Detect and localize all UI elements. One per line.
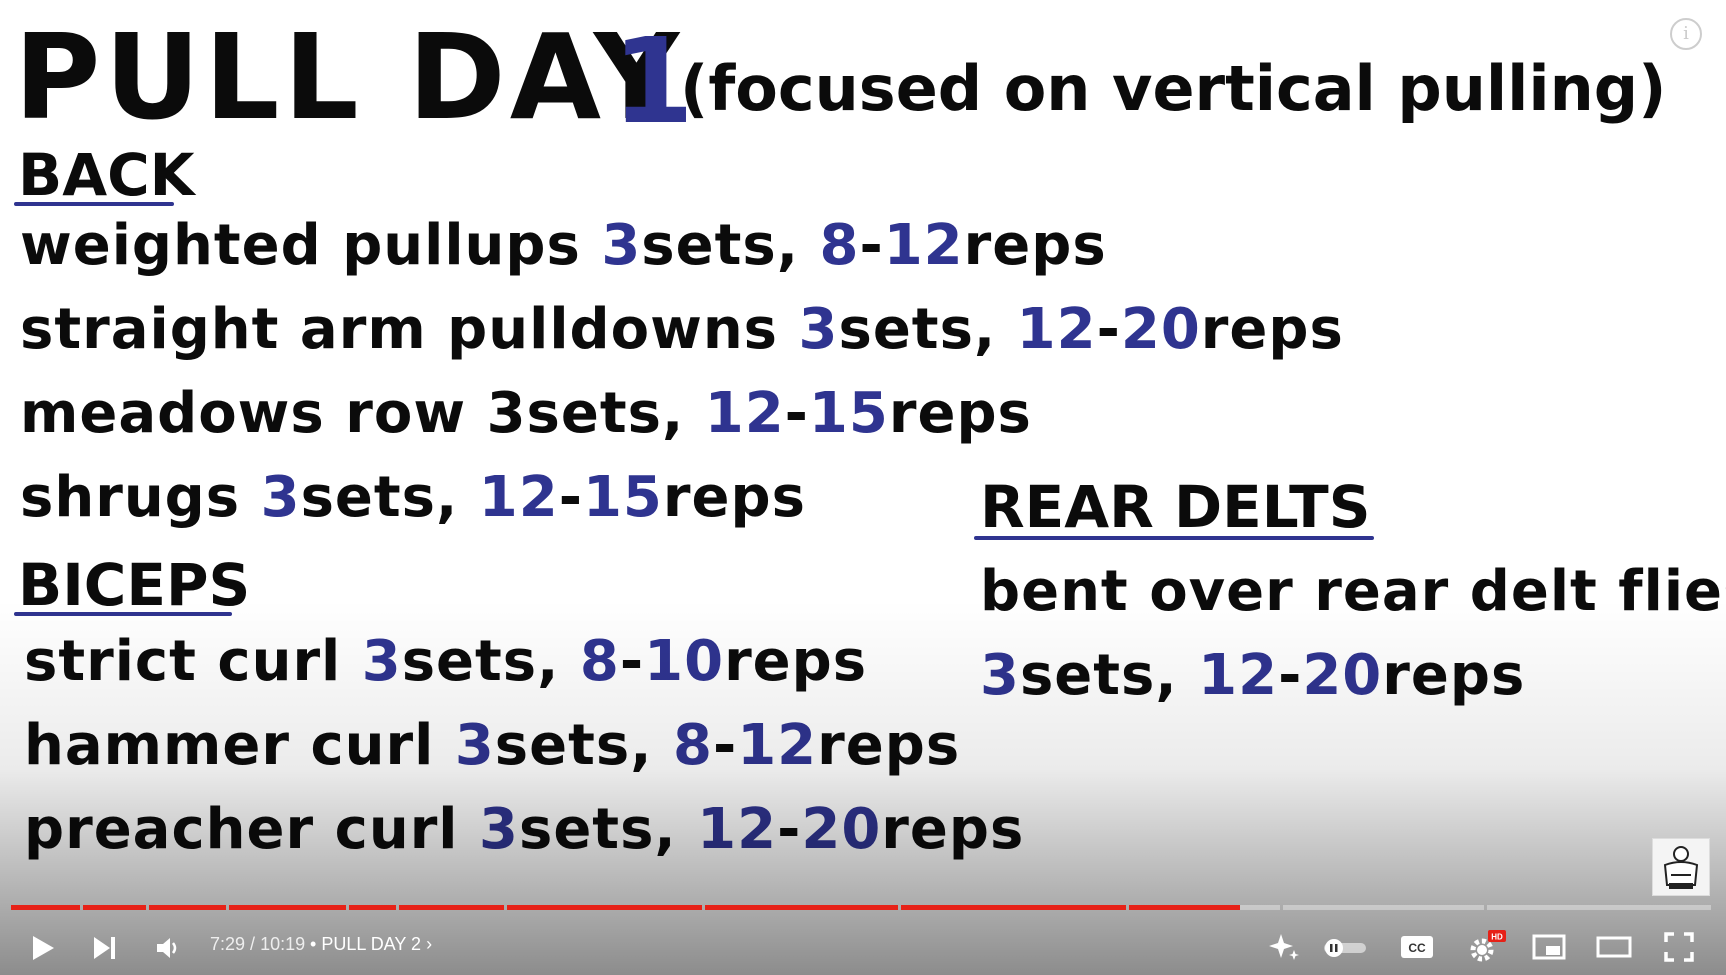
exercise-row: strict curl 3sets, 8-10reps xyxy=(24,629,868,694)
chapter-segment[interactable] xyxy=(229,905,346,910)
back-heading: BACK xyxy=(18,141,195,209)
bodybuilder-logo xyxy=(1663,846,1699,889)
biceps-heading: BICEPS xyxy=(18,551,251,619)
played-progress xyxy=(349,905,396,910)
chapter-segment[interactable] xyxy=(1283,905,1484,910)
time-display: 7:29 / 10:19 xyxy=(210,934,306,954)
chapter-segment[interactable] xyxy=(399,905,504,910)
slide-subtitle: (focused on vertical pulling) xyxy=(680,52,1667,125)
played-progress xyxy=(83,905,146,910)
exercise-row: weighted pullups 3sets, 8-12reps xyxy=(20,213,1107,278)
theater-icon[interactable] xyxy=(1596,936,1632,962)
video-frame: PULL DAY 1 (focused on vertical pulling)… xyxy=(0,0,1726,975)
cc-icon[interactable]: CC xyxy=(1400,934,1434,964)
chapter-segment[interactable] xyxy=(1487,905,1711,910)
chapter-segment[interactable] xyxy=(349,905,396,910)
svg-text:CC: CC xyxy=(1408,941,1426,955)
play-icon[interactable] xyxy=(30,934,56,966)
player-controls: 7:29 / 10:19 • PULL DAY 2 › CC HD xyxy=(0,920,1726,975)
back-underline xyxy=(14,202,174,206)
played-progress xyxy=(149,905,226,910)
played-progress xyxy=(705,905,898,910)
chapter-segment[interactable] xyxy=(507,905,702,910)
slide-title: PULL DAY xyxy=(14,8,684,146)
hd-badge: HD xyxy=(1491,933,1503,942)
volume-icon[interactable] xyxy=(154,934,182,966)
progress-bar[interactable] xyxy=(11,905,1714,910)
settings-icon[interactable]: HD xyxy=(1466,930,1506,968)
chevron-right-icon: › xyxy=(426,934,433,954)
miniplayer-icon[interactable] xyxy=(1532,934,1566,964)
rear-delts-heading: REAR DELTS xyxy=(980,473,1371,541)
next-icon[interactable] xyxy=(92,934,118,966)
exercise-row: meadows row 3sets, 12-15reps xyxy=(20,381,1032,446)
exercise-row: hammer curl 3sets, 8-12reps xyxy=(24,713,961,778)
played-progress xyxy=(507,905,702,910)
played-progress xyxy=(901,905,1126,910)
video-player[interactable]: PULL DAY 1 (focused on vertical pulling)… xyxy=(0,0,1726,975)
exercise-row: straight arm pulldowns 3sets, 12-20reps xyxy=(20,297,1344,362)
biceps-underline xyxy=(14,612,232,616)
chapter-segment[interactable] xyxy=(83,905,146,910)
autoplay-toggle[interactable] xyxy=(1322,938,1368,962)
exercise-row: shrugs 3sets, 12-15reps xyxy=(20,465,806,530)
fullscreen-icon[interactable] xyxy=(1664,932,1694,966)
chapter-title[interactable]: • PULL DAY 2 › xyxy=(310,934,432,955)
info-icon[interactable]: i xyxy=(1670,18,1702,50)
chapter-segment[interactable] xyxy=(149,905,226,910)
played-progress xyxy=(1129,905,1240,910)
exercise-row: bent over rear delt flies xyxy=(980,559,1726,624)
exercise-row: preacher curl 3sets, 12-20reps xyxy=(24,797,1025,862)
channel-watermark[interactable] xyxy=(1652,838,1710,896)
played-progress xyxy=(399,905,504,910)
chapter-segment[interactable] xyxy=(1129,905,1280,910)
chapter-segment[interactable] xyxy=(901,905,1126,910)
chapter-segment[interactable] xyxy=(705,905,898,910)
played-progress xyxy=(229,905,346,910)
played-progress xyxy=(11,905,80,910)
exercise-row: 3sets, 12-20reps xyxy=(980,643,1526,708)
rear-delts-underline xyxy=(974,536,1374,540)
chapter-segment[interactable] xyxy=(11,905,80,910)
sparkle-icon[interactable] xyxy=(1268,932,1300,966)
